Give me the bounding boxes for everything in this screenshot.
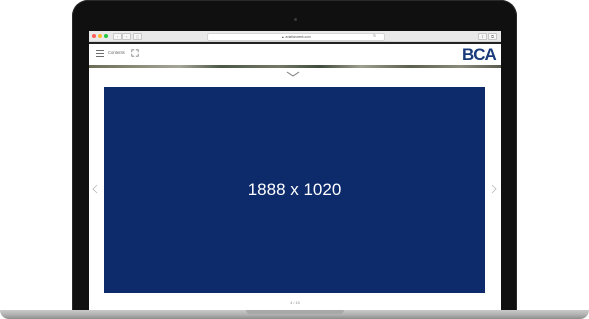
share-button[interactable]: ⇧ [478,33,487,40]
placeholder-text: 1888 x 1020 [247,180,342,199]
back-button[interactable]: ‹ [113,33,122,40]
bca-logo: BCA [462,45,497,64]
address-bar[interactable]: ▲ aviationweek.com [207,33,385,41]
sidebar-toggle-button[interactable]: ▯ [133,33,142,40]
maximize-window-icon[interactable] [104,34,108,38]
chevron-left-icon[interactable] [92,184,98,194]
image-placeholder: 1888 x 1020 [104,87,485,293]
header-photo-strip [89,65,501,68]
page-indicator: 4 / 15 [290,301,300,305]
tabs-button[interactable]: ⧉ [488,33,497,40]
camera-icon [294,18,297,21]
close-window-icon[interactable] [92,34,96,38]
app-header: Contents BCA [89,44,501,65]
expand-icon[interactable] [131,49,139,57]
forward-button[interactable]: › [122,33,131,40]
chevron-right-icon[interactable] [491,184,497,194]
minimize-window-icon[interactable] [98,34,102,38]
stage: ‹ › ▯ ▲ aviationweek.com ↻ ⇧ ⧉ Contents … [0,0,589,319]
reload-icon[interactable]: ↻ [373,33,376,39]
base-notch [246,310,344,314]
laptop-screen: ‹ › ▯ ▲ aviationweek.com ↻ ⇧ ⧉ Contents … [89,31,501,312]
contents-label[interactable]: Contents [108,49,125,57]
chevron-down-icon[interactable] [286,71,300,77]
menu-icon[interactable] [96,50,104,57]
browser-toolbar: ‹ › ▯ ▲ aviationweek.com ↻ ⇧ ⧉ [89,31,501,42]
